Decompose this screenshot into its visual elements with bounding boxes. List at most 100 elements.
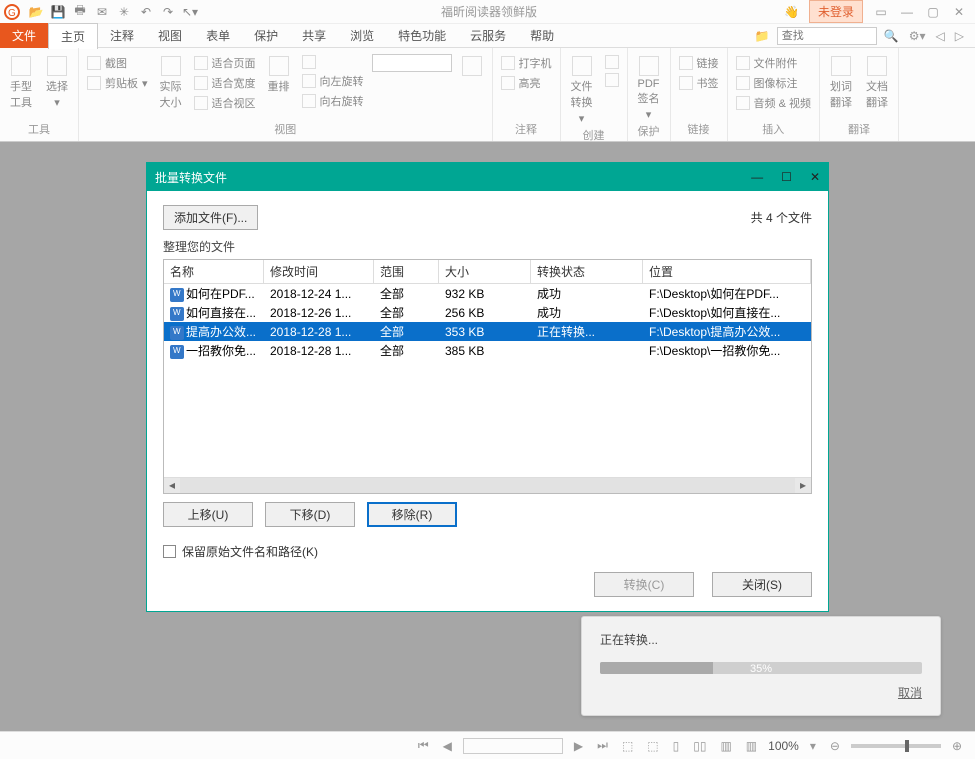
layout-icon-6[interactable]: ▥ xyxy=(743,739,760,753)
print-icon[interactable]: 🖶 xyxy=(72,4,88,20)
next-page-icon[interactable]: ▶ xyxy=(571,739,586,753)
zoom-in-icon[interactable] xyxy=(300,54,366,70)
clipboard-button[interactable]: 剪贴板▾ xyxy=(85,74,150,92)
col-loc[interactable]: 位置 xyxy=(643,260,811,283)
layout-icon-2[interactable]: ⬚ xyxy=(644,739,661,753)
tab-cloud[interactable]: 云服务 xyxy=(458,23,518,48)
layout-icon-5[interactable]: ▥ xyxy=(717,739,734,753)
image-annotation-button[interactable]: 图像标注 xyxy=(734,74,813,92)
zoom-out-icon[interactable]: ⊖ xyxy=(827,739,843,753)
redo-icon[interactable]: ↷ xyxy=(160,4,176,20)
col-range[interactable]: 范围 xyxy=(374,260,439,283)
close-button[interactable]: 关闭(S) xyxy=(712,572,812,597)
layout-icon-1[interactable]: ⬚ xyxy=(619,739,636,753)
hand-tool-button[interactable]: 手型 工具 xyxy=(6,54,36,112)
snapshot-button[interactable]: 截图 xyxy=(85,54,150,72)
new-icon[interactable]: ✳ xyxy=(116,4,132,20)
tab-home[interactable]: 主页 xyxy=(48,23,98,49)
zoom-slider[interactable] xyxy=(851,744,941,748)
page-input[interactable] xyxy=(463,738,563,754)
login-button[interactable]: 未登录 xyxy=(809,0,863,23)
dialog-maximize-icon[interactable]: ☐ xyxy=(781,170,792,184)
col-mtime[interactable]: 修改时间 xyxy=(264,260,374,283)
nav-next-icon[interactable]: ▷ xyxy=(952,29,967,43)
tab-browse[interactable]: 浏览 xyxy=(338,23,386,48)
tab-view[interactable]: 视图 xyxy=(146,23,194,48)
progress-cancel-link[interactable]: 取消 xyxy=(600,684,922,701)
open-icon[interactable]: 📂 xyxy=(28,4,44,20)
layout-icon-4[interactable]: ▯▯ xyxy=(690,739,709,753)
pdf-sign-button[interactable]: PDF 签名▾ xyxy=(634,54,664,123)
folder-open-icon[interactable]: 📁 xyxy=(752,29,773,43)
keep-original-checkbox[interactable] xyxy=(163,545,176,558)
scrollbar-track[interactable] xyxy=(180,478,795,493)
tab-comment[interactable]: 注释 xyxy=(98,23,146,48)
maximize-icon[interactable]: ▢ xyxy=(925,5,941,19)
bookmark-button[interactable]: 书签 xyxy=(677,74,721,92)
save-icon[interactable]: 💾 xyxy=(50,4,66,20)
tab-form[interactable]: 表单 xyxy=(194,23,242,48)
convert-button[interactable]: 转换(C) xyxy=(594,572,694,597)
typewriter-button[interactable]: 打字机 xyxy=(499,54,554,72)
rotate-left-button[interactable]: 向左旋转 xyxy=(300,72,366,90)
fit-page-button[interactable]: 适合页面 xyxy=(192,54,258,72)
scroll-left-icon[interactable]: ◂ xyxy=(164,478,180,493)
fit-visible-button[interactable]: 适合视区 xyxy=(192,94,258,112)
zoom-dropdown-icon[interactable]: ▾ xyxy=(807,739,819,753)
close-icon[interactable]: ✕ xyxy=(951,5,967,19)
word-translate-button[interactable]: 划词 翻译 xyxy=(826,54,856,112)
file-convert-button[interactable]: 文件 转换▾ xyxy=(567,54,597,127)
actual-size-button[interactable]: 实际 大小 xyxy=(156,54,186,112)
mail-icon[interactable]: ✉ xyxy=(94,4,110,20)
col-size[interactable]: 大小 xyxy=(439,260,531,283)
create-icon-2[interactable] xyxy=(603,72,621,88)
scroll-right-icon[interactable]: ▸ xyxy=(795,478,811,493)
select-button[interactable]: 选择▾ xyxy=(42,54,72,111)
create-icon-1[interactable] xyxy=(603,54,621,70)
rotate-right-button[interactable]: 向右旋转 xyxy=(300,92,366,110)
dialog-minimize-icon[interactable]: — xyxy=(751,170,763,184)
zoom-in-icon[interactable]: ⊕ xyxy=(949,739,965,753)
zoom-dropdown[interactable] xyxy=(372,54,452,72)
remove-button[interactable]: 移除(R) xyxy=(367,502,457,527)
nav-prev-icon[interactable]: ◁ xyxy=(933,29,948,43)
search-input[interactable] xyxy=(777,27,877,45)
tab-special[interactable]: 特色功能 xyxy=(386,23,458,48)
zoom-out-icon[interactable] xyxy=(458,54,486,78)
search-icon[interactable]: 🔍 xyxy=(881,29,902,43)
file-icon xyxy=(170,288,184,302)
col-name[interactable]: 名称 xyxy=(164,260,264,283)
tab-file[interactable]: 文件 xyxy=(0,23,48,48)
link-button[interactable]: 链接 xyxy=(677,54,721,72)
table-row[interactable]: 如何直接在...2018-12-26 1...全部256 KB成功F:\Desk… xyxy=(164,303,811,322)
move-up-button[interactable]: 上移(U) xyxy=(163,502,253,527)
tab-protect[interactable]: 保护 xyxy=(242,23,290,48)
last-page-icon[interactable]: ⏭ xyxy=(594,738,611,753)
table-row[interactable]: 一招教你免...2018-12-28 1...全部385 KBF:\Deskto… xyxy=(164,341,811,360)
cursor-dropdown-icon[interactable]: ↖▾ xyxy=(182,4,198,20)
gear-icon[interactable]: ⚙▾ xyxy=(906,29,929,43)
table-row[interactable]: 提高办公效...2018-12-28 1...全部353 KB正在转换...F:… xyxy=(164,322,811,341)
tab-help[interactable]: 帮助 xyxy=(518,23,566,48)
undo-icon[interactable]: ↶ xyxy=(138,4,154,20)
audio-video-button[interactable]: 音频 & 视频 xyxy=(734,94,813,112)
reflow-button[interactable]: 重排 xyxy=(264,54,294,96)
hand-icon[interactable]: 👋 xyxy=(784,5,799,19)
move-down-button[interactable]: 下移(D) xyxy=(265,502,355,527)
ribbon-toggle-icon[interactable]: ▭ xyxy=(873,5,889,19)
menu-bar: 文件 主页 注释 视图 表单 保护 共享 浏览 特色功能 云服务 帮助 📁 🔍 … xyxy=(0,24,975,48)
table-row[interactable]: 如何在PDF...2018-12-24 1...全部932 KB成功F:\Des… xyxy=(164,284,811,303)
first-page-icon[interactable]: ⏮ xyxy=(415,738,432,753)
title-bar: G 📂 💾 🖶 ✉ ✳ ↶ ↷ ↖▾ 福昕阅读器领鲜版 👋 未登录 ▭ — ▢ … xyxy=(0,0,975,24)
add-file-button[interactable]: 添加文件(F)... xyxy=(163,205,258,230)
col-status[interactable]: 转换状态 xyxy=(531,260,643,283)
tab-share[interactable]: 共享 xyxy=(290,23,338,48)
fit-width-button[interactable]: 适合宽度 xyxy=(192,74,258,92)
minimize-icon[interactable]: — xyxy=(899,5,915,19)
layout-icon-3[interactable]: ▯ xyxy=(670,739,683,753)
prev-page-icon[interactable]: ◀ xyxy=(440,739,455,753)
dialog-close-icon[interactable]: ✕ xyxy=(810,170,820,184)
file-attachment-button[interactable]: 文件附件 xyxy=(734,54,813,72)
highlight-button[interactable]: 高亮 xyxy=(499,74,554,92)
doc-translate-button[interactable]: 文档 翻译 xyxy=(862,54,892,112)
